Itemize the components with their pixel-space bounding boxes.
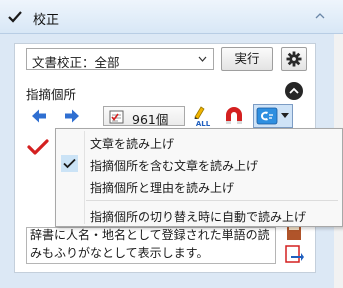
menu-item-read-issues-and-reasons[interactable]: 指摘個所と理由を読み上げ [56,175,342,197]
arrow-left-icon[interactable] [30,107,48,125]
proofread-mode-value: 文書校正：全部 [32,55,120,70]
section-collapse-button[interactable] [285,82,303,100]
menu-item-read-sentences-with-issues[interactable]: 指摘個所を含む文章を読み上げ [56,153,342,175]
speech-bubble-icon [256,107,278,125]
settings-button[interactable] [281,47,307,71]
export-icon[interactable] [283,243,305,265]
document-check-icon [109,110,124,124]
read-aloud-button[interactable] [253,104,293,128]
issues-section-label: 指摘個所 [26,87,77,102]
menu-item-read-sentences[interactable]: 文章を読み上げ [56,131,342,153]
description-box: 辞書に人名・地名として登録された単語の読みもふりがなとして表示します。 [26,227,276,264]
proofread-mode-select[interactable]: 文書校正：全部 [26,48,214,70]
issue-count[interactable]: 961個 [103,106,185,127]
arrow-right-icon[interactable] [63,107,81,125]
gear-icon [286,51,302,67]
menu-item-label: 指摘個所と理由を読み上げ [90,181,235,195]
menu-item-label: 指摘個所の切り替え時に自動で読み上げ [90,210,307,224]
checkmark-icon [8,11,22,23]
red-checkmark-icon [27,139,49,155]
description-text: 辞書に人名・地名として登録された単語の読みもふりがなとして表示します。 [30,228,270,260]
svg-text:ALL: ALL [196,120,211,128]
menu-item-label: 文章を読み上げ [90,137,175,151]
panel-header[interactable]: 校正 [0,0,343,34]
dropdown-arrow-icon [281,113,289,118]
chevron-up-icon [289,87,299,94]
read-aloud-menu: 文章を読み上げ 指摘個所を含む文章を読み上げ 指摘個所と理由を読み上げ 指摘個所… [55,128,343,227]
panel-title: 校正 [33,13,60,28]
checkmark-icon [63,158,76,169]
menu-separator [86,200,338,201]
read-all-icon[interactable]: ALL [191,104,215,128]
menu-item-label: 指摘個所を含む文章を読み上げ [90,159,259,173]
menu-item-auto-read-on-switch[interactable]: 指摘個所の切り替え時に自動で読み上げ [56,204,342,226]
magnet-icon[interactable] [222,104,246,128]
run-button[interactable]: 実行 [221,47,273,71]
issue-count-value: 961個 [132,112,169,127]
menu-check [61,155,78,172]
chevron-down-icon [198,56,207,62]
chevron-up-icon[interactable] [315,12,325,20]
